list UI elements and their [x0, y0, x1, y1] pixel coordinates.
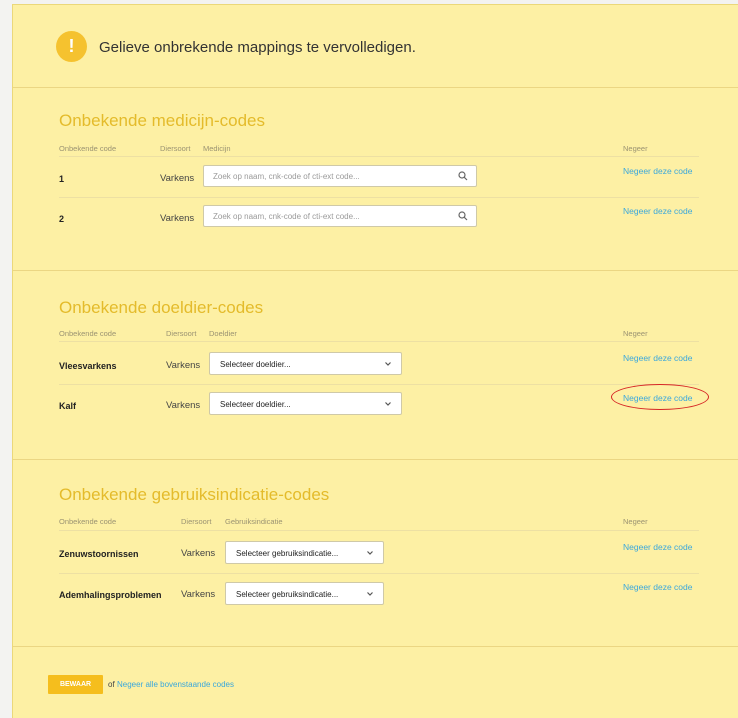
unknown-code: 1: [59, 174, 65, 184]
unknown-code: Kalf: [59, 401, 77, 411]
species-label: Varkens: [166, 360, 201, 371]
section-title: Onbekende gebruiksindicatie-codes: [59, 485, 330, 504]
row-divider: [59, 573, 699, 574]
ignore-code-link[interactable]: Negeer deze code: [623, 542, 692, 552]
ignore-code-link[interactable]: Negeer deze code: [623, 582, 692, 592]
ignore-code-link[interactable]: Negeer deze code: [623, 206, 692, 216]
ignore-code-link[interactable]: Negeer deze code: [623, 166, 692, 176]
column-header-species: Diersoort: [166, 329, 197, 338]
highlight-annotation: [611, 384, 709, 410]
select-value: Selecteer doeldier...: [220, 400, 291, 409]
column-header-code: Onbekende code: [59, 517, 117, 526]
alert-message: Gelieve onbrekende mappings te vervolled…: [99, 39, 416, 56]
species-label: Varkens: [166, 400, 201, 411]
ignore-all-codes-link[interactable]: Negeer alle bovenstaande codes: [117, 680, 234, 689]
column-header-indication: Gebruiksindicatie: [225, 517, 283, 526]
chevron-down-icon: [385, 362, 391, 366]
row-divider: [59, 341, 699, 342]
species-label: Varkens: [181, 589, 216, 600]
search-placeholder: Zoek op naam, cnk-code of cti-ext code..…: [213, 172, 360, 181]
row-divider: [59, 156, 699, 157]
column-header-code: Onbekende code: [59, 329, 117, 338]
ignore-code-link[interactable]: Negeer deze code: [623, 353, 692, 363]
section-title: Onbekende doeldier-codes: [59, 298, 264, 317]
species-label: Varkens: [181, 548, 216, 559]
search-icon[interactable]: [458, 211, 468, 221]
section-target-animals: Onbekende doeldier-codes Onbekende code …: [13, 271, 738, 460]
usage-indication-select[interactable]: Selecteer gebruiksindicatie...: [225, 582, 384, 605]
select-value: Selecteer gebruiksindicatie...: [236, 549, 339, 558]
save-button[interactable]: BEWAAR: [48, 675, 103, 694]
row-divider: [59, 197, 699, 198]
medicine-search-input[interactable]: Zoek op naam, cnk-code of cti-ext code..…: [203, 165, 477, 187]
column-header-species: Diersoort: [160, 144, 191, 153]
column-header-code: Onbekende code: [59, 144, 117, 153]
section-title: Onbekende medicijn-codes: [59, 111, 266, 130]
mapping-panel: ! Gelieve onbrekende mappings te vervoll…: [12, 4, 738, 718]
species-label: Varkens: [160, 173, 195, 184]
unknown-code: Vleesvarkens: [59, 361, 117, 371]
target-animal-select[interactable]: Selecteer doeldier...: [209, 352, 402, 375]
column-header-medicine: Medicijn: [203, 144, 231, 153]
alert-header: ! Gelieve onbrekende mappings te vervoll…: [13, 5, 738, 88]
search-placeholder: Zoek op naam, cnk-code of cti-ext code..…: [213, 212, 360, 221]
chevron-down-icon: [385, 402, 391, 406]
chevron-down-icon: [367, 551, 373, 555]
select-value: Selecteer doeldier...: [220, 360, 291, 369]
usage-indication-select[interactable]: Selecteer gebruiksindicatie...: [225, 541, 384, 564]
section-medicines: Onbekende medicijn-codes Onbekende code …: [13, 88, 738, 271]
row-divider: [59, 530, 699, 531]
medicine-search-input[interactable]: Zoek op naam, cnk-code of cti-ext code..…: [203, 205, 477, 227]
column-header-target: Doeldier: [209, 329, 237, 338]
unknown-code: Ademhalingsproblemen: [59, 590, 162, 600]
column-header-ignore: Negeer: [623, 329, 648, 338]
unknown-code: Zenuwstoornissen: [59, 549, 139, 559]
row-divider: [59, 384, 699, 385]
chevron-down-icon: [367, 592, 373, 596]
section-usage-indications: Onbekende gebruiksindicatie-codes Onbeke…: [13, 460, 738, 647]
column-header-species: Diersoort: [181, 517, 212, 526]
select-value: Selecteer gebruiksindicatie...: [236, 590, 339, 599]
column-header-ignore: Negeer: [623, 517, 648, 526]
target-animal-select[interactable]: Selecteer doeldier...: [209, 392, 402, 415]
species-label: Varkens: [160, 213, 195, 224]
column-header-ignore: Negeer: [623, 144, 648, 153]
footer-or-text: of: [108, 680, 115, 689]
warning-icon: !: [56, 31, 87, 62]
unknown-code: 2: [59, 214, 65, 224]
search-icon[interactable]: [458, 171, 468, 181]
